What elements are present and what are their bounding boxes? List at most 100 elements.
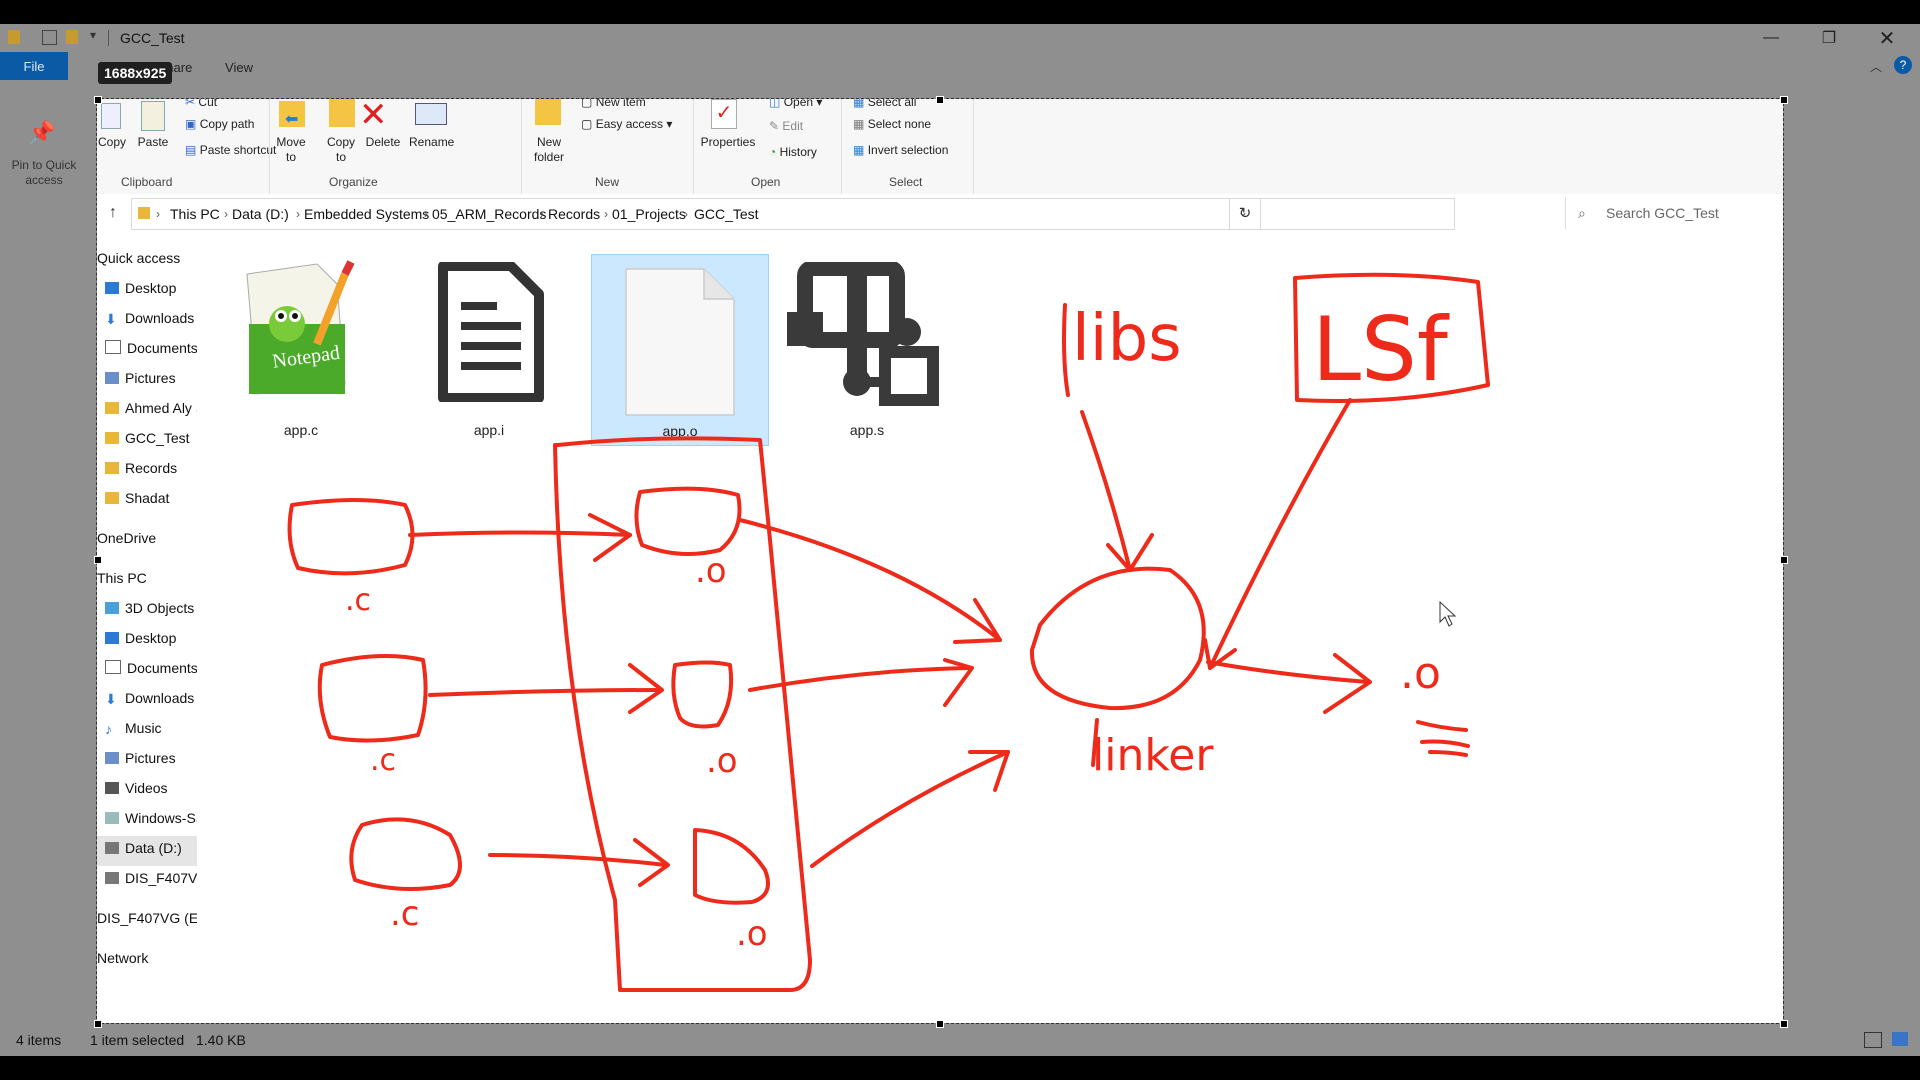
nav-downloads-pc[interactable]: ⬇ Downloads: [105, 690, 194, 707]
copy-button[interactable]: Copy: [97, 135, 127, 149]
easy-access-button[interactable]: ▢ Easy access ▾: [581, 117, 672, 131]
group-organize-label: Organize: [329, 175, 378, 189]
breadcrumb-embedded-systems[interactable]: Embedded Systems: [304, 206, 429, 222]
copy-path-icon: ▣: [185, 117, 197, 131]
tab-file[interactable]: File: [0, 52, 68, 80]
search-input[interactable]: ⌕ Search GCC_Test: [1565, 197, 1783, 229]
nav-label: Quick access: [97, 250, 181, 266]
nav-data-d[interactable]: Data (D:): [97, 836, 197, 866]
nav-onedrive[interactable]: ☁OneDrive: [97, 530, 156, 546]
details-view-icon[interactable]: [1864, 1032, 1882, 1048]
nav-network[interactable]: Network: [97, 950, 148, 966]
nav-videos[interactable]: Videos: [105, 780, 168, 796]
properties-quick-icon[interactable]: [42, 30, 57, 45]
file-item-app-s[interactable]: app.s: [779, 254, 955, 444]
nav-label: Pictures: [125, 750, 176, 766]
folder-icon: [105, 402, 119, 414]
ribbon-separator: [841, 99, 842, 194]
nav-dis-e-root[interactable]: DIS_F407VG (E:): [97, 910, 207, 926]
selection-handle[interactable]: [1780, 556, 1788, 564]
delete-button[interactable]: Delete: [363, 135, 403, 149]
nav-desktop[interactable]: Desktop: [105, 280, 176, 296]
nav-this-pc[interactable]: This PC: [97, 570, 147, 586]
nav-pictures[interactable]: Pictures: [105, 370, 176, 386]
breadcrumb-arm-records[interactable]: 05_ARM_Records: [432, 206, 546, 222]
large-icons-view-icon[interactable]: [1892, 1032, 1908, 1046]
new-folder-button[interactable]: New folder: [529, 135, 569, 165]
file-name: app.s: [849, 422, 885, 438]
move-to-button[interactable]: Move to: [273, 135, 309, 165]
group-clipboard-label: Clipboard: [121, 175, 173, 189]
tab-view[interactable]: View: [214, 56, 264, 78]
quick-access-dropdown-icon[interactable]: ▾: [90, 28, 96, 42]
cut-label: Cut: [198, 99, 218, 109]
window-title: GCC_Test: [120, 30, 185, 46]
download-arrow-icon: ⬇: [105, 311, 117, 327]
nav-label: Downloads: [125, 310, 195, 326]
minimize-button[interactable]: —: [1748, 24, 1794, 52]
file-item-app-o[interactable]: app.o: [591, 254, 769, 446]
cut-button[interactable]: ✂ Cut: [185, 99, 217, 109]
nav-documents-pc[interactable]: Documents: [105, 660, 198, 676]
nav-3d-objects[interactable]: 3D Objects: [105, 600, 194, 616]
file-item-app-i[interactable]: app.i: [401, 254, 577, 444]
invert-selection-button[interactable]: ▦ Invert selection: [853, 143, 948, 157]
select-all-button[interactable]: ▦ Select all: [853, 99, 916, 109]
help-icon[interactable]: ?: [1894, 56, 1912, 74]
nav-music[interactable]: ♪ Music: [105, 720, 162, 737]
nav-downloads[interactable]: ⬇ Downloads: [105, 310, 195, 327]
nav-label: Music: [125, 720, 162, 736]
nav-pictures-pc[interactable]: Pictures: [105, 750, 176, 766]
nav-shadat[interactable]: Shadat: [105, 490, 169, 506]
new-folder-quick-icon[interactable]: [66, 30, 78, 44]
history-button[interactable]: ◔ History: [769, 145, 817, 159]
selection-handle[interactable]: [94, 96, 102, 104]
folder-icon: [105, 492, 119, 504]
rename-button[interactable]: Rename: [409, 135, 454, 149]
selection-handle[interactable]: [936, 1020, 944, 1028]
up-arrow-icon[interactable]: ↑: [109, 204, 117, 222]
breadcrumb-records[interactable]: Records: [548, 206, 600, 222]
select-none-button[interactable]: ▦ Select none: [853, 117, 931, 131]
copy-to-button[interactable]: Copy to: [323, 135, 359, 165]
breadcrumb-data-d[interactable]: Data (D:): [232, 206, 289, 222]
nav-records[interactable]: Records: [105, 460, 177, 476]
refresh-icon[interactable]: ↻: [1229, 198, 1261, 230]
nav-documents[interactable]: Documents: [105, 340, 198, 356]
breadcrumb-gcc-test[interactable]: GCC_Test: [694, 206, 759, 222]
new-folder-icon: [535, 99, 561, 125]
paste-shortcut-label: Paste shortcut: [199, 143, 277, 157]
restore-button[interactable]: ❐: [1806, 24, 1852, 52]
breadcrumb-this-pc[interactable]: This PC: [170, 206, 220, 222]
close-button[interactable]: ✕: [1864, 24, 1910, 52]
edit-label: Edit: [782, 119, 804, 133]
paste-shortcut-button[interactable]: ▤ Paste shortcut: [185, 143, 276, 157]
ribbon-separator: [693, 99, 694, 194]
new-item-button[interactable]: ▢ New item: [581, 99, 646, 109]
selection-handle[interactable]: [1780, 96, 1788, 104]
selection-handle[interactable]: [936, 96, 944, 104]
chevron-right-icon: ›: [224, 207, 228, 221]
open-button[interactable]: ◫ Open ▾: [769, 99, 822, 109]
properties-button[interactable]: Properties: [697, 135, 759, 149]
nav-gcc-test[interactable]: GCC_Test: [105, 430, 190, 446]
assembly-file-icon: [787, 262, 939, 406]
paste-button[interactable]: Paste: [135, 135, 171, 149]
document-icon: [105, 340, 121, 354]
breadcrumb-projects[interactable]: 01_Projects: [612, 206, 686, 222]
selection-handle[interactable]: [94, 1020, 102, 1028]
selection-handle[interactable]: [1780, 1020, 1788, 1028]
open-label: Open: [783, 99, 814, 109]
pin-quick-access-button[interactable]: Pin to Quick access: [4, 158, 84, 188]
group-new-label: New: [595, 175, 620, 189]
rename-icon: [415, 103, 447, 125]
edit-button[interactable]: ✎ Edit: [769, 119, 803, 133]
collapse-ribbon-icon[interactable]: ︿: [1870, 58, 1882, 75]
nav-quick-access[interactable]: ★Quick access: [97, 250, 180, 266]
nav-label: This PC: [97, 570, 147, 586]
copy-path-button[interactable]: ▣ Copy path: [185, 117, 254, 131]
folder-icon: [8, 30, 20, 44]
selection-handle[interactable]: [94, 556, 102, 564]
nav-desktop-pc[interactable]: Desktop: [105, 630, 176, 646]
file-item-app-c[interactable]: Notepad app.c: [213, 254, 389, 444]
